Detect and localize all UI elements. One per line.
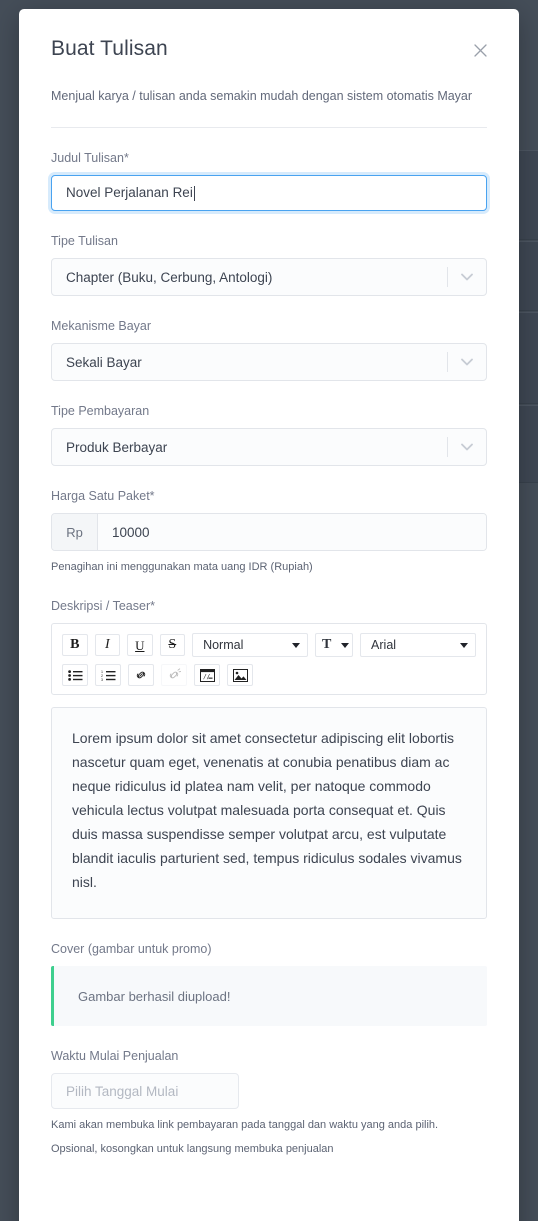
- tipe-pembayaran-value: Produk Berbayar: [66, 439, 168, 455]
- text-cursor: [193, 185, 195, 201]
- mekanisme-bayar-value: Sekali Bayar: [66, 354, 142, 370]
- modal-body: Judul Tulisan* Novel Perjalanan Rei Tipe…: [19, 150, 519, 1198]
- block-format-select[interactable]: Normal: [192, 633, 309, 657]
- modal-subtitle: Menjual karya / tulisan anda semakin mud…: [51, 89, 473, 103]
- bullet-list-icon[interactable]: [62, 664, 88, 686]
- harga-value: 10000: [98, 514, 486, 550]
- field-mekanisme-bayar: Mekanisme Bayar Sekali Bayar: [51, 318, 487, 381]
- block-format-value: Normal: [203, 638, 244, 652]
- field-label: Judul Tulisan*: [51, 151, 129, 165]
- tipe-pembayaran-select[interactable]: Produk Berbayar: [51, 428, 487, 466]
- status-badge: Gambar berhasil diupload!: [78, 988, 231, 1004]
- tipe-tulisan-select[interactable]: Chapter (Buku, Cerbung, Antologi): [51, 258, 487, 296]
- deskripsi-editor[interactable]: Lorem ipsum dolor sit amet consectetur a…: [51, 707, 487, 919]
- start-date-input[interactable]: Pilih Tanggal Mulai: [51, 1073, 239, 1109]
- mekanisme-bayar-select[interactable]: Sekali Bayar: [51, 343, 487, 381]
- waktu-mulai-help-1: Kami akan membuka link pembayaran pada t…: [51, 1119, 439, 1131]
- page-title: Buat Tulisan: [51, 37, 168, 60]
- field-label: Mekanisme Bayar: [51, 319, 152, 333]
- field-label: Tipe Pembayaran: [51, 404, 150, 418]
- chevron-down-icon: [448, 273, 486, 281]
- svg-text://: //: [203, 673, 211, 680]
- waktu-mulai-help-2: Opsional, kosongkan untuk langsung membu…: [51, 1143, 334, 1155]
- svg-text:3: 3: [101, 678, 103, 681]
- header-divider: [51, 127, 487, 128]
- numbered-list-icon[interactable]: 1 2 3: [95, 664, 121, 686]
- start-date-placeholder: Pilih Tanggal Mulai: [66, 1083, 179, 1099]
- field-waktu-mulai-penjualan: Waktu Mulai Penjualan Pilih Tanggal Mula…: [51, 1048, 487, 1158]
- field-deskripsi-teaser: Deskripsi / Teaser* B I U S Normal T Ari…: [51, 598, 487, 919]
- field-tipe-pembayaran: Tipe Pembayaran Produk Berbayar: [51, 403, 487, 466]
- chevron-down-icon: [341, 642, 350, 648]
- judul-tulisan-input[interactable]: Novel Perjalanan Rei: [51, 175, 487, 211]
- field-label: Deskripsi / Teaser*: [51, 599, 155, 613]
- chevron-down-icon: [292, 642, 301, 648]
- harga-input-group[interactable]: Rp 10000: [51, 513, 487, 551]
- harga-help-text: Penagihan ini menggunakan mata uang IDR …: [51, 561, 313, 573]
- unlink-icon[interactable]: [161, 664, 187, 686]
- toolbar-row-insert: 1 2 3 //: [62, 664, 476, 686]
- create-post-modal: Buat Tulisan Menjual karya / tulisan and…: [19, 9, 519, 1221]
- bold-button[interactable]: B: [62, 634, 88, 656]
- toolbar-row-format: B I U S Normal T Arial: [62, 633, 477, 657]
- italic-button[interactable]: I: [94, 634, 121, 656]
- chevron-down-icon: [448, 358, 486, 366]
- field-tipe-tulisan: Tipe Tulisan Chapter (Buku, Cerbung, Ant…: [51, 233, 487, 296]
- field-harga-satu-paket: Harga Satu Paket* Rp 10000 Penagihan ini…: [51, 488, 487, 576]
- field-label: Cover (gambar untuk promo): [51, 942, 212, 956]
- editor-toolbar: B I U S Normal T Arial 1 2 3 //: [51, 623, 487, 695]
- field-label: Waktu Mulai Penjualan: [51, 1049, 179, 1063]
- font-family-value: Arial: [371, 638, 397, 652]
- link-icon[interactable]: [128, 664, 154, 686]
- app-screen: nda /b gan yr Buat Tulisan Menjual karya…: [0, 0, 538, 1221]
- tipe-tulisan-value: Chapter (Buku, Cerbung, Antologi): [66, 269, 273, 285]
- text-size-icon[interactable]: T: [315, 633, 354, 657]
- code-block-icon[interactable]: //: [194, 664, 220, 686]
- chevron-down-icon: [448, 443, 486, 451]
- chevron-down-icon: [460, 642, 469, 648]
- close-icon[interactable]: [469, 39, 491, 61]
- cover-upload-status-banner: Gambar berhasil diupload!: [51, 966, 487, 1026]
- text-size-glyph: T: [322, 637, 332, 652]
- judul-tulisan-value: Novel Perjalanan Rei: [66, 185, 193, 200]
- image-icon[interactable]: [227, 664, 253, 686]
- field-label: Tipe Tulisan: [51, 234, 118, 248]
- font-family-select[interactable]: Arial: [360, 633, 477, 657]
- strikethrough-button[interactable]: S: [159, 634, 186, 656]
- field-label: Harga Satu Paket*: [51, 489, 155, 503]
- deskripsi-body: Lorem ipsum dolor sit amet consectetur a…: [72, 730, 462, 890]
- field-cover: Cover (gambar untuk promo) Gambar berhas…: [51, 941, 487, 1026]
- currency-prefix: Rp: [52, 514, 98, 550]
- underline-button[interactable]: U: [127, 634, 153, 656]
- field-judul-tulisan: Judul Tulisan* Novel Perjalanan Rei: [51, 150, 487, 211]
- modal-header: Buat Tulisan: [19, 9, 519, 61]
